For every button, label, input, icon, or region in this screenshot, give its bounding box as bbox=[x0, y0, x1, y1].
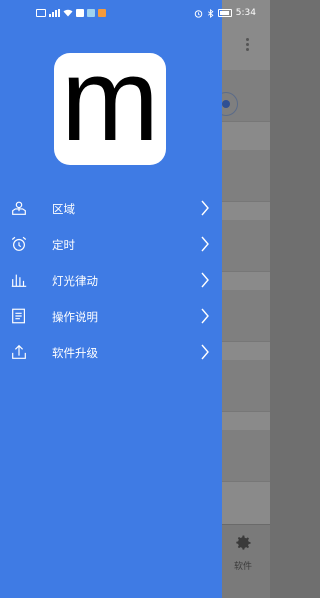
navigation-drawer: m 区域 定时 灯光律动 操作说明 软件升级 bbox=[0, 0, 222, 598]
menu-item-label: 区域 bbox=[52, 202, 75, 216]
bg-card bbox=[222, 220, 270, 272]
chevron-right-icon bbox=[201, 308, 209, 324]
drawer-menu: 区域 定时 灯光律动 操作说明 软件升级 bbox=[0, 190, 222, 370]
battery-icon bbox=[217, 9, 232, 17]
more-options-icon[interactable] bbox=[246, 38, 250, 52]
bluetooth-icon bbox=[207, 8, 214, 18]
notification-icon bbox=[98, 9, 106, 17]
status-left-icons bbox=[36, 9, 106, 17]
map-pin-icon bbox=[12, 201, 26, 215]
document-icon bbox=[12, 308, 25, 324]
chevron-right-icon bbox=[201, 200, 209, 216]
upload-icon bbox=[12, 344, 26, 359]
status-time: 5:34 bbox=[235, 8, 256, 18]
bg-card bbox=[222, 430, 270, 482]
menu-item-instructions[interactable]: 操作说明 bbox=[0, 298, 222, 334]
menu-item-label: 灯光律动 bbox=[52, 274, 98, 288]
menu-item-light-rhythm[interactable]: 灯光律动 bbox=[0, 262, 222, 298]
chevron-right-icon bbox=[201, 272, 209, 288]
logo-letter: m bbox=[60, 34, 160, 166]
sim-icon bbox=[36, 9, 46, 17]
status-bar: 5:34 bbox=[0, 0, 270, 28]
wifi-icon bbox=[63, 9, 73, 17]
signal-icon bbox=[49, 9, 60, 17]
chevron-right-icon bbox=[201, 236, 209, 252]
menu-item-upgrade[interactable]: 软件升级 bbox=[0, 334, 222, 370]
alarm-clock-icon bbox=[11, 236, 27, 251]
menu-item-label: 操作说明 bbox=[52, 310, 98, 324]
notification-icon bbox=[87, 9, 95, 17]
alarm-icon bbox=[194, 9, 203, 18]
bg-card bbox=[222, 150, 270, 202]
app-logo: m bbox=[54, 34, 166, 166]
bottom-nav-label[interactable]: 软件 bbox=[234, 559, 252, 572]
notification-icon bbox=[76, 9, 84, 17]
bg-card bbox=[222, 360, 270, 412]
menu-item-label: 定时 bbox=[52, 238, 75, 252]
menu-item-timer[interactable]: 定时 bbox=[0, 226, 222, 262]
equalizer-icon bbox=[11, 274, 27, 287]
status-right-icons: 5:34 bbox=[194, 8, 256, 18]
gear-icon[interactable] bbox=[233, 533, 253, 553]
bg-card bbox=[222, 290, 270, 342]
menu-item-label: 软件升级 bbox=[52, 346, 98, 360]
chevron-right-icon bbox=[201, 344, 209, 360]
menu-item-area[interactable]: 区域 bbox=[0, 190, 222, 226]
